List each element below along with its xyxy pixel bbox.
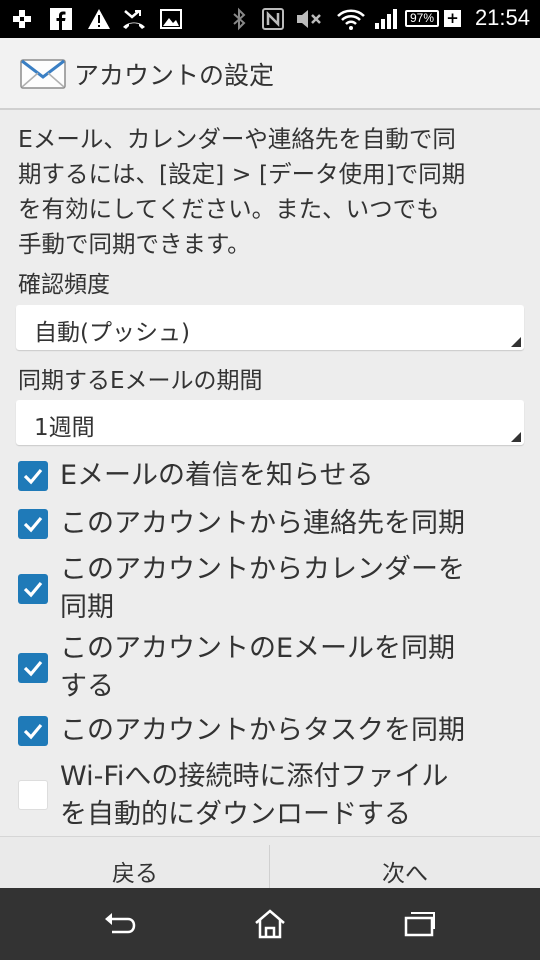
back-button[interactable]: 戻る: [0, 837, 270, 889]
sync-period-label: 同期するEメールの期間: [18, 368, 263, 394]
option-sync-contacts[interactable]: このアカウントから連絡先を同期: [18, 505, 530, 543]
check-frequency-spinner[interactable]: 自動(プッシュ): [16, 305, 524, 350]
checkbox-checked[interactable]: [18, 716, 48, 746]
next-button[interactable]: 次へ: [270, 837, 540, 889]
mute-icon: [294, 7, 324, 31]
wifi-icon: [334, 7, 368, 31]
option-sync-tasks[interactable]: このアカウントからタスクを同期: [18, 712, 530, 750]
checkbox-checked[interactable]: [18, 653, 48, 683]
status-bar: 97% + 21:54: [0, 0, 540, 38]
navigation-bar: [0, 888, 540, 960]
battery-icon: 97%: [405, 10, 439, 27]
checkbox-checked[interactable]: [18, 509, 48, 539]
charging-plus-icon: +: [444, 10, 461, 27]
checkbox-checked[interactable]: [18, 574, 48, 604]
signal-icon: [372, 7, 400, 31]
option-auto-download-attachments[interactable]: Wi-Fiへの接続時に添付ファイル を自動的にダウンロードする: [18, 758, 530, 834]
option-label: Eメールの着信を知らせる: [60, 460, 374, 491]
nfc-icon: [260, 7, 286, 31]
check-frequency-value: 自動(プッシュ): [34, 320, 190, 346]
button-bar: 戻る 次へ: [0, 836, 540, 889]
back-icon[interactable]: [80, 888, 160, 960]
image-icon: [158, 7, 184, 31]
checkbox-unchecked[interactable]: [18, 780, 48, 810]
missed-call-icon: [120, 7, 148, 31]
facebook-icon: [48, 7, 74, 31]
option-notify-new-mail[interactable]: Eメールの着信を知らせる: [18, 457, 530, 495]
bluetooth-icon: [228, 7, 250, 31]
description-line: 手動で同期できます。: [18, 230, 251, 258]
warning-icon: [86, 7, 112, 31]
option-sync-calendar[interactable]: このアカウントからカレンダーを 同期: [18, 551, 530, 627]
checkbox-checked[interactable]: [18, 461, 48, 491]
description-line: 期するには、[設定] > [データ使用]で同期: [18, 160, 466, 188]
description-line: Eメール、カレンダーや連絡先を自動で同: [18, 125, 456, 153]
option-label: このアカウントからカレンダーを 同期: [60, 554, 465, 623]
option-label: このアカウントのEメールを同期 する: [60, 633, 456, 702]
sync-period-spinner[interactable]: 1週間: [16, 400, 524, 445]
option-sync-email[interactable]: このアカウントのEメールを同期 する: [18, 630, 530, 706]
status-time: 21:54: [474, 5, 530, 30]
sync-period-value: 1週間: [34, 415, 95, 441]
page-title: アカウントの設定: [74, 61, 275, 90]
usb-debug-icon: [8, 7, 36, 31]
sync-description: Eメール、カレンダーや連絡先を自動で同 期するには、[設定] > [データ使用]…: [18, 122, 528, 262]
dropdown-triangle-icon: [511, 432, 521, 442]
option-label: このアカウントから連絡先を同期: [60, 508, 465, 539]
description-line: を有効にしてください。また、いつでも: [18, 195, 440, 223]
home-icon[interactable]: [230, 888, 310, 960]
check-frequency-label: 確認頻度: [18, 272, 110, 298]
recent-apps-icon[interactable]: [380, 888, 460, 960]
dropdown-triangle-icon: [511, 337, 521, 347]
mail-envelope-icon: [20, 58, 66, 94]
option-label: Wi-Fiへの接続時に添付ファイル を自動的にダウンロードする: [60, 761, 449, 830]
option-label: このアカウントからタスクを同期: [60, 715, 465, 746]
action-bar: アカウントの設定: [0, 38, 540, 110]
